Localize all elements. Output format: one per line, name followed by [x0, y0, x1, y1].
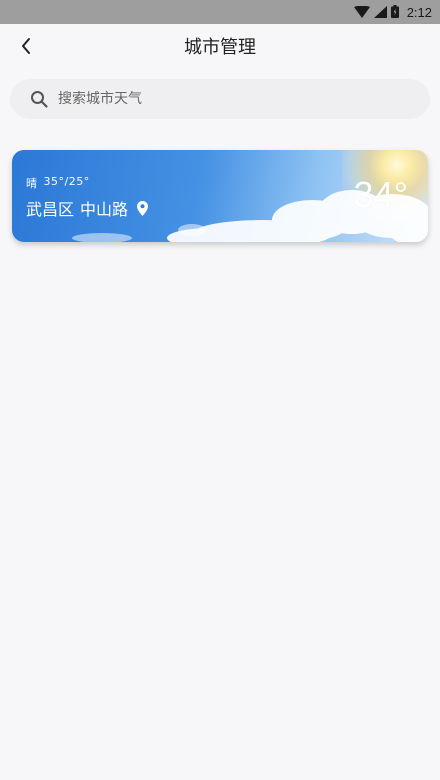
- search-icon: [30, 90, 48, 108]
- current-temperature: 34°: [353, 174, 408, 215]
- street-name: 中山路: [80, 200, 129, 219]
- search-bar[interactable]: [10, 79, 430, 119]
- chevron-left-icon: [20, 37, 32, 59]
- district-name: 武昌区: [26, 200, 75, 219]
- cellular-signal-icon: [373, 3, 387, 22]
- status-icons: 2:12: [353, 0, 432, 24]
- search-input[interactable]: [58, 81, 398, 117]
- page-title: 城市管理: [184, 37, 256, 58]
- status-bar: 2:12: [0, 0, 440, 24]
- temperature-range: 35°/25°: [43, 175, 90, 188]
- weather-condition: 晴: [26, 177, 38, 190]
- status-time: 2:12: [406, 4, 432, 20]
- battery-icon: [390, 3, 399, 22]
- city-card[interactable]: 晴 35°/25° 武昌区 中山路 34°: [12, 150, 428, 242]
- app-bar: 城市管理: [0, 24, 440, 72]
- location-pin-icon: [136, 200, 148, 216]
- city-location: 武昌区 中山路: [26, 196, 148, 220]
- back-button[interactable]: [8, 30, 44, 66]
- wifi-icon: [353, 3, 370, 22]
- weather-summary: 晴 35°/25°: [26, 175, 90, 191]
